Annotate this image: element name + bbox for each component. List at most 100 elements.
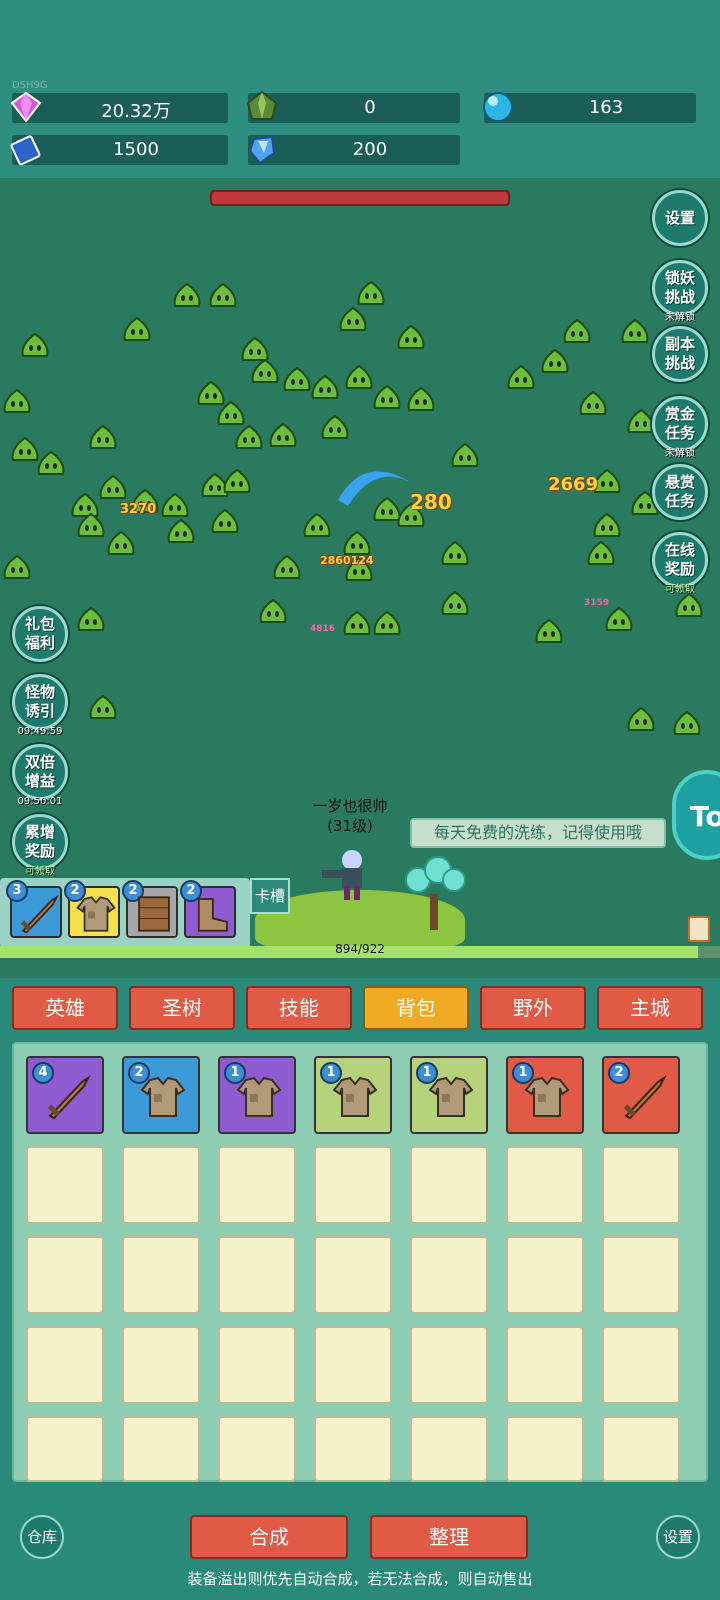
inventory-slot-empty[interactable] (602, 1146, 680, 1224)
slime-enemy (269, 422, 297, 447)
inventory-slot-empty[interactable] (314, 1146, 392, 1224)
slime-enemy (311, 374, 339, 399)
slime-enemy (507, 364, 535, 389)
blue-orb-icon (483, 92, 513, 122)
inventory-slot-empty[interactable] (122, 1326, 200, 1404)
inventory-item[interactable]: 1 (410, 1056, 488, 1134)
slime-enemy (441, 590, 469, 615)
slime-enemy (675, 592, 703, 617)
slime-enemy (77, 606, 105, 631)
inventory-slot-empty[interactable] (314, 1236, 392, 1314)
resource-crystal: 0 (246, 90, 460, 123)
slime-enemy (167, 518, 195, 543)
slime-enemy (563, 318, 591, 343)
cloth-armor-icon (140, 1076, 186, 1117)
cumulative-reward-button[interactable]: 累增奖励 可领取 (12, 814, 68, 877)
slime-enemy (283, 366, 311, 391)
inventory-item[interactable]: 4 (26, 1056, 104, 1134)
slime-enemy (605, 606, 633, 631)
inventory-slot-empty[interactable] (506, 1326, 584, 1404)
inventory-slot-empty[interactable] (122, 1416, 200, 1482)
double-boost-button[interactable]: 双倍增益 09:50:01 (12, 744, 68, 807)
equipped-card[interactable]: 2 (180, 880, 236, 938)
inventory-slot-empty[interactable] (122, 1146, 200, 1224)
blue-book-icon (10, 135, 41, 166)
sort-button[interactable]: 整理 (370, 1515, 528, 1559)
equipped-card[interactable]: 2 (64, 880, 120, 938)
inventory-slot-empty[interactable] (410, 1146, 488, 1224)
inventory-slot-empty[interactable] (602, 1236, 680, 1314)
inventory-slot-empty[interactable] (26, 1236, 104, 1314)
inventory-slot-empty[interactable] (506, 1416, 584, 1482)
slime-enemy (89, 694, 117, 719)
tab-4[interactable]: 野外 (480, 986, 586, 1030)
main-tabs: 英雄 圣树 技能 背包 野外 主城 (12, 986, 708, 1030)
inventory-slot-empty[interactable] (218, 1416, 296, 1482)
promo-bubble[interactable]: To (672, 770, 720, 860)
slime-enemy (223, 468, 251, 493)
slime-enemy (451, 442, 479, 467)
equipped-card[interactable]: 2 (122, 880, 178, 938)
inventory-slot-empty[interactable] (506, 1146, 584, 1224)
inventory-item[interactable]: 2 (602, 1056, 680, 1134)
reward-task-button[interactable]: 悬赏任务 (652, 464, 708, 520)
inventory-slot-empty[interactable] (218, 1146, 296, 1224)
demon-challenge-button[interactable]: 锁妖挑战 未解锁 (652, 260, 708, 323)
slime-enemy (357, 280, 385, 305)
tab-5[interactable]: 主城 (597, 986, 703, 1030)
orb-value: 163 (588, 97, 624, 118)
inventory-item[interactable]: 1 (314, 1056, 392, 1134)
tab-3[interactable]: 背包 (363, 986, 469, 1030)
backpack-settings-button[interactable]: 设置 (656, 1515, 700, 1559)
wooden-sword-icon (623, 1075, 667, 1120)
slime-enemy (209, 282, 237, 307)
equipped-card[interactable]: 3 (6, 880, 62, 938)
inventory-slot-empty[interactable] (26, 1416, 104, 1482)
inventory-slot-empty[interactable] (410, 1236, 488, 1314)
monster-lure-button[interactable]: 怪物诱引 09:49:59 (12, 674, 68, 737)
inventory-item[interactable]: 1 (506, 1056, 584, 1134)
inventory-slot-empty[interactable] (410, 1416, 488, 1482)
bounty-gold-task-button[interactable]: 赏金任务 未解锁 (652, 396, 708, 459)
inventory-slot-empty[interactable] (314, 1416, 392, 1482)
dungeon-challenge-button[interactable]: 副本挑战 (652, 326, 708, 382)
gems-value: 20.32万 (101, 101, 171, 122)
inventory-item[interactable]: 2 (122, 1056, 200, 1134)
card-slot-label[interactable]: 卡槽 (250, 878, 290, 914)
purple-gem-icon (10, 91, 42, 123)
gift-welfare-button[interactable]: 礼包福利 (12, 606, 68, 662)
inventory-slot-empty[interactable] (602, 1416, 680, 1482)
warehouse-button[interactable]: 仓库 (20, 1515, 64, 1559)
wooden-shield-icon (138, 896, 170, 932)
slime-enemy (173, 282, 201, 307)
inventory-slot-empty[interactable] (26, 1146, 104, 1224)
tab-1[interactable]: 圣树 (129, 986, 235, 1030)
tab-0[interactable]: 英雄 (12, 986, 118, 1030)
slime-enemy (579, 390, 607, 415)
inventory-slot-empty[interactable] (26, 1326, 104, 1404)
settings-button[interactable]: 设置 (652, 190, 708, 246)
overflow-note: 装备溢出则优先自动合成，若无法合成，则自动售出 (187, 1570, 533, 1588)
inventory-slot-empty[interactable] (602, 1326, 680, 1404)
scroll-icon[interactable] (688, 916, 710, 942)
resource-orb: 163 (483, 92, 696, 123)
tab-2[interactable]: 技能 (246, 986, 352, 1030)
slime-enemy (373, 384, 401, 409)
inventory-slot-empty[interactable] (314, 1326, 392, 1404)
cloth-armor-icon (236, 1076, 282, 1117)
merge-button[interactable]: 合成 (190, 1515, 348, 1559)
inventory-slot-empty[interactable] (218, 1236, 296, 1314)
online-reward-button[interactable]: 在线奖励 可领取 (652, 532, 708, 595)
hero-character[interactable] (316, 846, 376, 904)
cloth-armor-icon (332, 1076, 378, 1117)
inventory-slot-empty[interactable] (410, 1326, 488, 1404)
slime-enemy (587, 540, 615, 565)
slime-enemy (321, 414, 349, 439)
slime-enemy (123, 316, 151, 341)
inventory-slot-empty[interactable] (218, 1326, 296, 1404)
inventory-slot-empty[interactable] (122, 1236, 200, 1314)
inventory-item[interactable]: 1 (218, 1056, 296, 1134)
slime-enemy (251, 358, 279, 383)
inventory-slot-empty[interactable] (506, 1236, 584, 1314)
battlefield[interactable]: 280 2669 3270 2860124 4816 3159 设置 锁妖挑战未… (0, 178, 720, 978)
